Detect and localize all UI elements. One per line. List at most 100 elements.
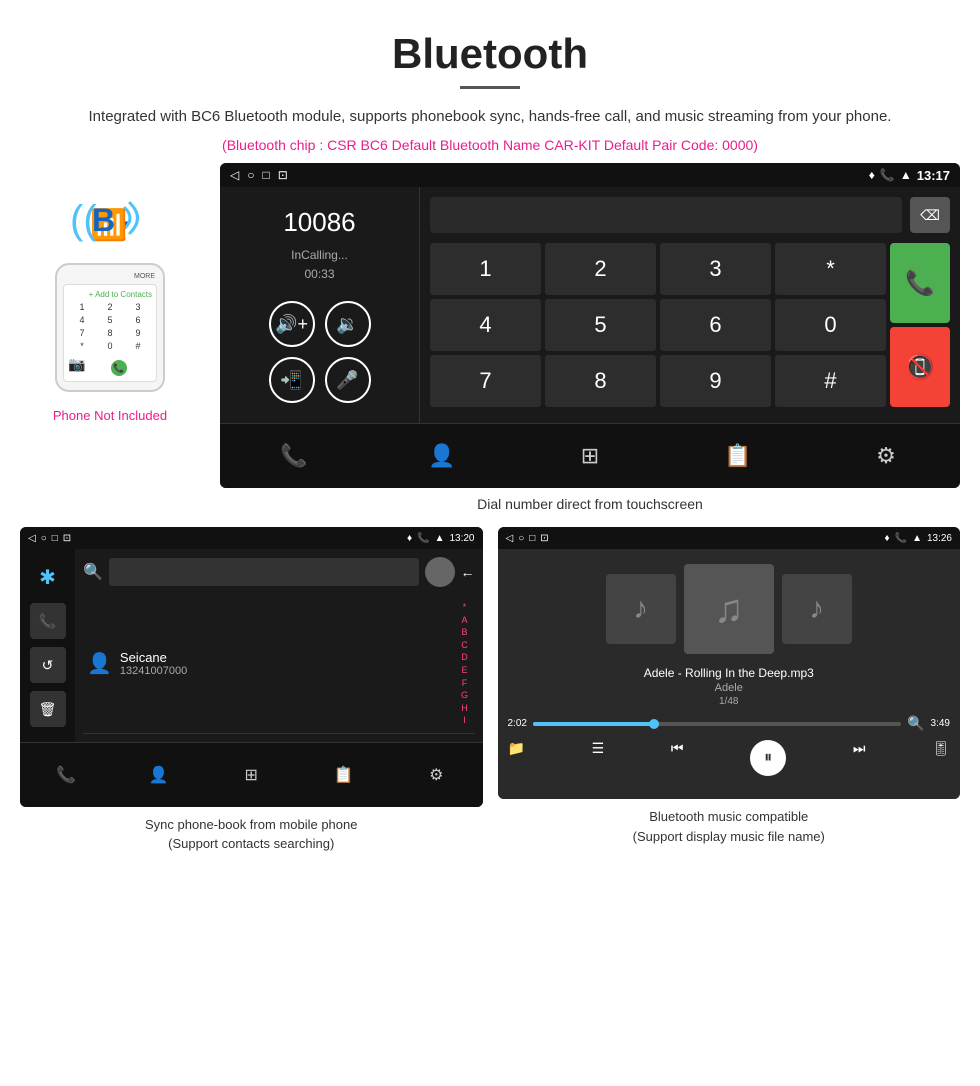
key-star[interactable]: *	[75, 341, 89, 351]
pb-nav-transfer-icon[interactable]: 📋	[322, 753, 366, 797]
phone-not-included-label: Phone Not Included	[53, 408, 167, 423]
pb-home-icon[interactable]: ○	[41, 533, 47, 544]
pb-refresh-button[interactable]: ↺	[30, 647, 66, 683]
key-2[interactable]: 2	[103, 302, 117, 312]
dial-pad: 1 2 3 * 4 5 6 0	[430, 243, 950, 411]
pb-alpha-c: C	[461, 639, 468, 652]
music-android-screen: ◁ ○ □ ⊡ ♦ 📞 ▲ 13:26 ♪	[498, 527, 961, 799]
nav-transfer-icon[interactable]: 📋	[716, 434, 760, 478]
key-4[interactable]: 4	[430, 299, 541, 351]
key-7[interactable]: 7	[75, 328, 89, 338]
transfer-button[interactable]: 📲	[269, 357, 315, 403]
phone-call-button[interactable]: 📞	[111, 360, 127, 376]
pb-bottom-nav: 📞 👤 ⊞ 📋 ⚙	[20, 742, 483, 807]
key-2[interactable]: 2	[545, 243, 656, 295]
home-nav-icon[interactable]: ○	[247, 168, 254, 182]
key-0[interactable]: 0	[775, 299, 886, 351]
music-equalizer-icon[interactable]: 🎚	[932, 740, 950, 776]
pb-alpha-list: * A B C D E F G H I	[459, 601, 471, 727]
key-6[interactable]: 6	[660, 299, 771, 351]
mute-button[interactable]: 🎤	[325, 357, 371, 403]
pb-recents-icon[interactable]: □	[52, 533, 58, 544]
music-screen-container: ◁ ○ □ ⊡ ♦ 📞 ▲ 13:26 ♪	[498, 527, 961, 854]
dial-left-panel: 10086 InCalling... 00:33 🔊+ 🔉 📲 🎤	[220, 187, 420, 423]
nav-phone-icon[interactable]: 📞	[272, 434, 316, 478]
key-9[interactable]: 9	[660, 355, 771, 407]
key-9[interactable]: 9	[131, 328, 145, 338]
pb-nav-contacts-icon[interactable]: 👤	[137, 753, 181, 797]
key-5[interactable]: 5	[545, 299, 656, 351]
key-6[interactable]: 6	[131, 315, 145, 325]
pb-delete-button[interactable]: 🗑	[30, 691, 66, 727]
pb-back-arrow[interactable]: ←	[461, 564, 475, 580]
music-status-bar: ◁ ○ □ ⊡ ♦ 📞 ▲ 13:26	[498, 527, 961, 549]
progress-bar-container[interactable]	[533, 722, 901, 726]
back-nav-icon[interactable]: ◁	[230, 168, 239, 182]
backspace-button[interactable]: ⌫	[910, 197, 950, 233]
nav-contacts-icon[interactable]: 👤	[420, 434, 464, 478]
bt-symbol-container: (( B	[70, 198, 150, 253]
key-0[interactable]: 0	[103, 341, 117, 351]
key-3[interactable]: 3	[660, 243, 771, 295]
pb-contact-item[interactable]: 👤 Seicane 13241007000 * A B C D E	[83, 595, 475, 734]
pb-back-icon[interactable]: ◁	[28, 533, 36, 544]
pb-status-left: ◁ ○ □ ⊡	[28, 533, 71, 544]
music-home-icon[interactable]: ○	[518, 533, 524, 544]
music-back-icon[interactable]: ◁	[506, 533, 514, 544]
nav-dialpad-icon[interactable]: ⊞	[568, 434, 612, 478]
music-prev-icon[interactable]: ⏮	[671, 740, 684, 776]
answer-call-button[interactable]: 📞	[890, 243, 950, 323]
pb-nav-phone-icon[interactable]: 📞	[44, 753, 88, 797]
key-hash[interactable]: #	[775, 355, 886, 407]
key-8[interactable]: 8	[545, 355, 656, 407]
dial-content: 10086 InCalling... 00:33 🔊+ 🔉 📲 🎤	[220, 187, 960, 423]
recents-nav-icon[interactable]: □	[262, 168, 269, 182]
volume-up-button[interactable]: 🔊+	[269, 301, 315, 347]
music-recents-icon[interactable]: □	[529, 533, 535, 544]
dial-pad-numpad: 1 2 3 * 4 5 6 0	[430, 243, 886, 411]
call-action-buttons: 📞 📵	[890, 243, 950, 411]
volume-down-button[interactable]: 🔉	[325, 301, 371, 347]
key-4[interactable]: 4	[75, 315, 89, 325]
phone-keypad-row-2: 4 5 6	[68, 315, 152, 325]
pb-contact-number: 13241007000	[120, 665, 451, 677]
key-hash[interactable]: #	[131, 341, 145, 351]
pb-call-button[interactable]: 📞	[30, 603, 66, 639]
music-folder-icon[interactable]: 📁	[508, 740, 525, 776]
key-1[interactable]: 1	[75, 302, 89, 312]
nav-settings-icon[interactable]: ⚙	[864, 434, 908, 478]
dial-ctrl-row-1: 🔊+ 🔉	[235, 301, 404, 347]
end-call-button[interactable]: 📵	[890, 327, 950, 407]
key-8[interactable]: 8	[103, 328, 117, 338]
pb-alpha-a: A	[461, 614, 467, 627]
music-song-title: Adele - Rolling In the Deep.mp3	[644, 666, 814, 680]
key-3[interactable]: 3	[131, 302, 145, 312]
main-screen-area: ◁ ○ □ ⊡ ♦ 📞 ▲ 13:17 10086 InCalling...	[220, 163, 960, 527]
pb-nav-dialpad-icon[interactable]: ⊞	[229, 753, 273, 797]
pb-alpha-i: I	[463, 714, 466, 727]
bottom-nav-bar: 📞 👤 ⊞ 📋 ⚙	[220, 423, 960, 488]
key-1[interactable]: 1	[430, 243, 541, 295]
pb-time: 13:20	[449, 533, 474, 544]
music-call-icon: 📞	[895, 533, 907, 544]
music-time-total: 3:49	[931, 718, 950, 729]
music-content: ♪ ♫ ♪ Adele - Rolling In the Deep.mp3 Ad…	[498, 549, 961, 799]
dial-status: InCalling...	[235, 248, 404, 262]
pb-search-input[interactable]	[109, 558, 419, 586]
dial-timer: 00:33	[235, 267, 404, 281]
key-7[interactable]: 7	[430, 355, 541, 407]
status-icons-right: ♦ 📞 ▲ 13:17	[869, 168, 950, 183]
key-5[interactable]: 5	[103, 315, 117, 325]
music-play-button[interactable]: ⏸	[750, 740, 786, 776]
music-next-icon[interactable]: ⏭	[853, 740, 866, 776]
key-star[interactable]: *	[775, 243, 886, 295]
music-info: Adele - Rolling In the Deep.mp3 Adele 1/…	[644, 666, 814, 707]
music-list-icon[interactable]: ☰	[592, 740, 605, 776]
music-search-icon[interactable]: 🔍	[907, 715, 924, 732]
music-extra-controls: 📁 ☰ ⏮ ⏸ ⏭ 🎚	[508, 740, 951, 776]
dial-input-box[interactable]	[430, 197, 902, 233]
pb-status-right: ♦ 📞 ▲ 13:20	[407, 533, 475, 544]
pb-nav-settings-icon[interactable]: ⚙	[414, 753, 458, 797]
main-content: ★ ℞ 📶 (( B MORE + Add to Contacts	[0, 163, 980, 527]
wifi-icon: ▲	[900, 168, 912, 182]
